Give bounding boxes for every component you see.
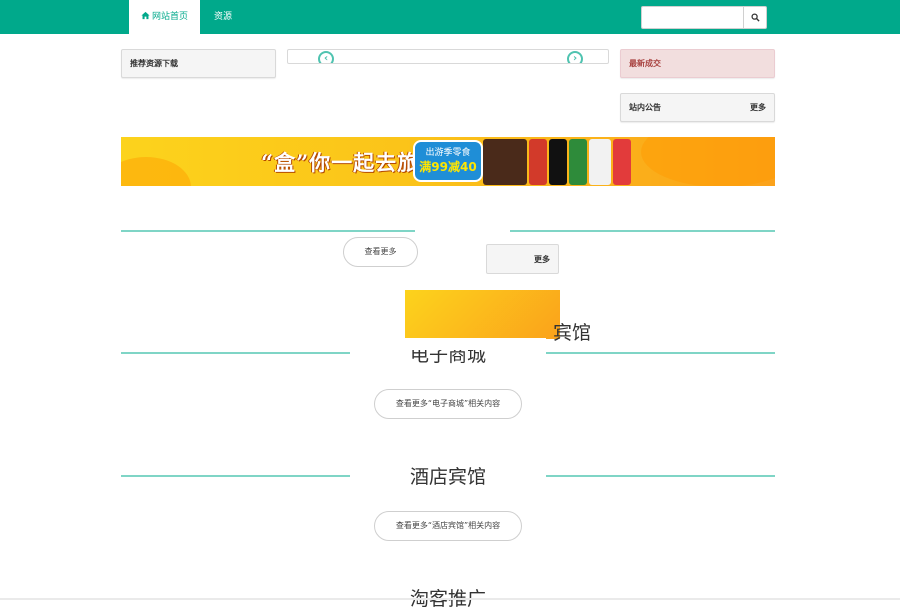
search-input[interactable] bbox=[641, 6, 744, 29]
latest-deals-title: 最新成交 bbox=[629, 59, 661, 68]
site-notice-title: 站内公告 bbox=[629, 103, 661, 112]
promo-line-2: 满99减40 bbox=[419, 160, 477, 174]
render-artifact bbox=[350, 338, 546, 350]
snack-image bbox=[549, 139, 567, 185]
chevron-right-icon[interactable]: › bbox=[567, 51, 583, 63]
banner-decoration bbox=[121, 157, 191, 186]
more-link[interactable]: 更多 bbox=[534, 254, 550, 265]
snack-image bbox=[569, 139, 587, 185]
snack-image bbox=[483, 139, 527, 185]
home-icon bbox=[141, 11, 150, 20]
nav-resources-tab[interactable]: 资源 bbox=[214, 0, 254, 34]
section-divider-right bbox=[546, 475, 775, 477]
snack-image bbox=[529, 139, 547, 185]
latest-deals-panel: 最新成交 bbox=[620, 49, 775, 78]
site-notice-more-link[interactable]: 更多 bbox=[750, 94, 766, 122]
image-slider: ‹ › bbox=[287, 49, 609, 64]
recommended-downloads-title: 推荐资源下载 bbox=[130, 59, 178, 68]
section-divider-left bbox=[121, 475, 350, 477]
banner-promo-badge: 出游季零食 满99减40 bbox=[413, 140, 483, 182]
view-more-mall-button[interactable]: 查看更多“电子商城”相关内容 bbox=[374, 389, 522, 419]
nav-home-label: 网站首页 bbox=[151, 12, 188, 22]
promo-banner[interactable]: “盒”你一起去旅行 出游季零食 满99减40 bbox=[121, 137, 775, 186]
site-notice-panel: 站内公告 更多 bbox=[620, 93, 775, 122]
view-more-button[interactable]: 查看更多 bbox=[343, 237, 418, 267]
nav-home-tab[interactable]: 网站首页 bbox=[129, 0, 200, 34]
banner-fragment bbox=[405, 290, 560, 339]
partial-section-title: 宾馆 bbox=[553, 322, 592, 344]
snack-image bbox=[589, 139, 611, 185]
chevron-left-icon[interactable]: ‹ bbox=[318, 51, 334, 63]
section-divider-right bbox=[546, 352, 775, 354]
promo-line-1: 出游季零食 bbox=[425, 148, 471, 158]
top-navbar: 网站首页 资源 bbox=[0, 0, 900, 34]
banner-decoration bbox=[641, 137, 775, 186]
recommended-downloads-panel: 推荐资源下载 bbox=[121, 49, 276, 78]
search-button[interactable] bbox=[743, 6, 767, 29]
snack-image bbox=[613, 139, 631, 185]
view-more-hotel-button[interactable]: 查看更多“酒店宾馆”相关内容 bbox=[374, 511, 522, 541]
section-divider-left bbox=[121, 352, 350, 354]
more-panel-fragment: 更多 bbox=[486, 244, 559, 274]
search-icon bbox=[750, 13, 760, 22]
section-title-hotel: 酒店宾馆 bbox=[409, 466, 486, 488]
